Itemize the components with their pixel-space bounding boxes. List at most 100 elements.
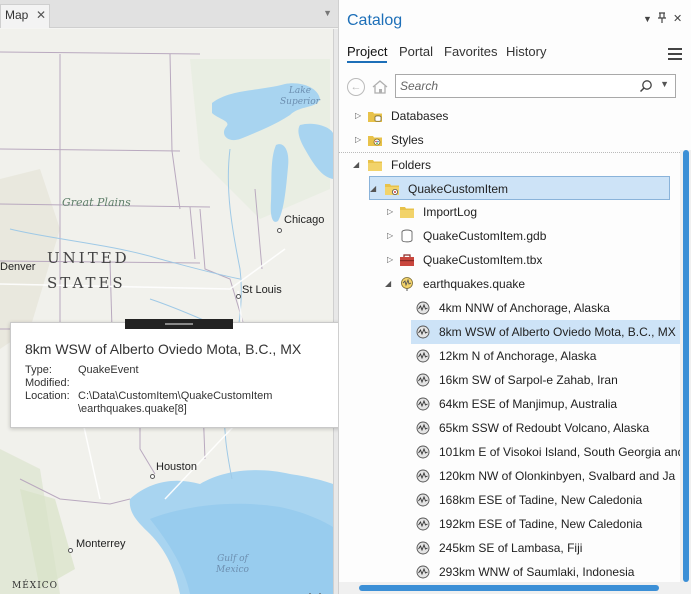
catalog-horizontal-scrollbar[interactable] xyxy=(339,582,691,594)
tree-item-label: 65km SSW of Redoubt Volcano, Alaska xyxy=(439,421,650,435)
tree-item-label: Styles xyxy=(391,133,424,147)
folder-connection-icon xyxy=(385,184,399,195)
quake-event-icon xyxy=(416,325,430,339)
chicago-dot xyxy=(277,228,282,233)
catalog-title: Catalog xyxy=(347,12,403,29)
tree-item-quake-custom-item[interactable]: ◢ QuakeCustomItem xyxy=(369,176,670,200)
scrollbar-thumb[interactable] xyxy=(683,150,689,582)
st-louis-label: St Louis xyxy=(242,284,282,296)
map-canvas[interactable]: Lake Superior Great Plains UNITED STATES… xyxy=(0,29,333,594)
catalog-pane: Catalog ▼ ✕ Project Portal Favorites His… xyxy=(338,0,691,594)
quake-file-icon xyxy=(401,277,413,291)
monterrey-dot xyxy=(68,548,73,553)
chevron-down-icon[interactable]: ▼ xyxy=(323,8,332,18)
tree-item-label: 245km SE of Lambasa, Fiji xyxy=(439,541,583,555)
tree-item-quake-event[interactable]: 4km NNW of Anchorage, Alaska xyxy=(339,296,680,320)
tree-item-label: Databases xyxy=(391,109,449,123)
houston-label: Houston xyxy=(156,461,197,473)
home-icon[interactable] xyxy=(371,78,389,96)
tab-history[interactable]: History xyxy=(506,44,546,61)
styles-folder-icon xyxy=(368,136,382,146)
popup-drag-handle[interactable] xyxy=(125,319,233,329)
great-plains-label: Great Plains xyxy=(62,196,131,209)
tree-item-styles[interactable]: ▷ Styles xyxy=(339,128,680,152)
tree-item-label: 12km N of Anchorage, Alaska xyxy=(439,349,597,363)
tree-item-label: earthquakes.quake xyxy=(423,277,526,291)
expand-icon[interactable]: ▷ xyxy=(355,135,363,144)
tree-item-folders[interactable]: ◢ Folders xyxy=(339,152,680,176)
tree-item-gdb[interactable]: ▷ QuakeCustomItem.gdb xyxy=(339,224,680,248)
tree-item-earthquakes-quake[interactable]: ◢ earthquakes.quake xyxy=(339,272,680,296)
tab-portal[interactable]: Portal xyxy=(399,44,433,61)
popup-type-value: QuakeEvent xyxy=(78,364,139,376)
tree-item-databases[interactable]: ▷ Databases xyxy=(339,104,680,128)
search-box: ▼ xyxy=(395,74,676,98)
tree-item-quake-event[interactable]: 120km NW of Olonkinbyen, Svalbard and Ja xyxy=(339,464,680,488)
catalog-tree: ▷ Databases ▷ Styles ◢ Folders ◢ QuakeCu… xyxy=(339,104,680,582)
tree-item-quake-event[interactable]: 65km SSW of Redoubt Volcano, Alaska xyxy=(339,416,680,440)
popup-location-label: Location: xyxy=(25,390,70,402)
toolbox-icon xyxy=(400,254,414,266)
popup-title: 8km WSW of Alberto Oviedo Mota, B.C., MX xyxy=(25,341,302,357)
tree-item-label: QuakeCustomItem.tbx xyxy=(423,253,543,267)
tree-item-label: 16km SW of Sarpol-e Zahab, Iran xyxy=(439,373,618,387)
tree-item-quake-event-selected[interactable]: 8km WSW of Alberto Oviedo Mota, B.C., MX xyxy=(411,320,680,344)
houston-dot xyxy=(150,474,155,479)
tree-item-label: 101km E of Visokoi Island, South Georgia… xyxy=(439,445,680,459)
monterrey-label: Monterrey xyxy=(76,538,126,550)
close-icon[interactable]: ✕ xyxy=(673,12,682,25)
tree-item-label: 168km ESE of Tadine, New Caledonia xyxy=(439,493,643,507)
quake-event-icon xyxy=(416,421,430,435)
search-input[interactable] xyxy=(400,78,630,94)
quake-event-icon xyxy=(416,373,430,387)
basemap xyxy=(0,29,333,594)
quake-event-icon xyxy=(416,469,430,483)
item-info-popup: 8km WSW of Alberto Oviedo Mota, B.C., MX… xyxy=(10,319,346,428)
quake-event-icon xyxy=(416,565,430,579)
search-icon[interactable] xyxy=(639,79,653,93)
denver-label: Denver xyxy=(0,261,36,273)
tree-item-quake-event[interactable]: 245km SE of Lambasa, Fiji xyxy=(339,536,680,560)
collapse-icon[interactable]: ◢ xyxy=(353,160,361,169)
tree-item-label: 293km WNW of Saumlaki, Indonesia xyxy=(439,565,635,579)
map-tab-bar: Map ✕ ▼ xyxy=(0,0,338,28)
popup-type-label: Type: xyxy=(25,364,52,376)
close-icon[interactable]: ✕ xyxy=(36,8,46,22)
tree-item-label: 64km ESE of Manjimup, Australia xyxy=(439,397,618,411)
tab-project[interactable]: Project xyxy=(347,44,388,63)
pin-icon[interactable] xyxy=(657,12,667,27)
collapse-icon[interactable]: ◢ xyxy=(385,279,393,288)
expand-icon[interactable]: ▷ xyxy=(355,111,363,120)
chevron-down-icon[interactable]: ▼ xyxy=(660,79,669,89)
tree-item-tbx[interactable]: ▷ QuakeCustomItem.tbx xyxy=(339,248,680,272)
tree-item-label: 192km ESE of Tadine, New Caledonia xyxy=(439,517,643,531)
popup-location-line1: C:\Data\CustomItem\QuakeCustomItem xyxy=(78,390,273,402)
expand-icon[interactable]: ▷ xyxy=(387,207,395,216)
tree-item-label: ImportLog xyxy=(423,205,478,219)
quake-event-icon xyxy=(416,445,430,459)
expand-icon[interactable]: ▷ xyxy=(387,255,395,264)
catalog-tabs: Project Portal Favorites History xyxy=(339,44,691,66)
chevron-down-icon[interactable]: ▼ xyxy=(643,14,652,24)
tree-item-quake-event[interactable]: 64km ESE of Manjimup, Australia xyxy=(339,392,680,416)
map-tab[interactable]: Map ✕ xyxy=(0,4,50,28)
tree-item-quake-event[interactable]: 168km ESE of Tadine, New Caledonia xyxy=(339,488,680,512)
tab-favorites[interactable]: Favorites xyxy=(444,44,497,61)
databases-folder-icon xyxy=(368,112,382,122)
tree-item-quake-event[interactable]: 101km E of Visokoi Island, South Georgia… xyxy=(339,440,680,464)
collapse-icon[interactable]: ◢ xyxy=(370,184,378,193)
tree-item-quake-event[interactable]: 16km SW of Sarpol-e Zahab, Iran xyxy=(339,368,680,392)
states-label: STATES xyxy=(47,274,126,292)
scrollbar-thumb[interactable] xyxy=(359,585,659,591)
tree-item-quake-event[interactable]: 293km WNW of Saumlaki, Indonesia xyxy=(339,560,680,582)
hamburger-menu-icon[interactable] xyxy=(668,48,682,60)
tree-item-quake-event[interactable]: 12km N of Anchorage, Alaska xyxy=(339,344,680,368)
expand-icon[interactable]: ▷ xyxy=(387,231,395,240)
catalog-vertical-scrollbar[interactable] xyxy=(680,150,691,582)
popup-location-line2: \earthquakes.quake[8] xyxy=(78,403,187,415)
back-arrow-icon[interactable]: ← xyxy=(347,78,365,96)
st-louis-dot xyxy=(236,294,241,299)
map-pane: Map ✕ ▼ Lake Superior Great Plains UNITE… xyxy=(0,0,338,594)
tree-item-quake-event[interactable]: 192km ESE of Tadine, New Caledonia xyxy=(339,512,680,536)
tree-item-importlog[interactable]: ▷ ImportLog xyxy=(339,200,680,224)
